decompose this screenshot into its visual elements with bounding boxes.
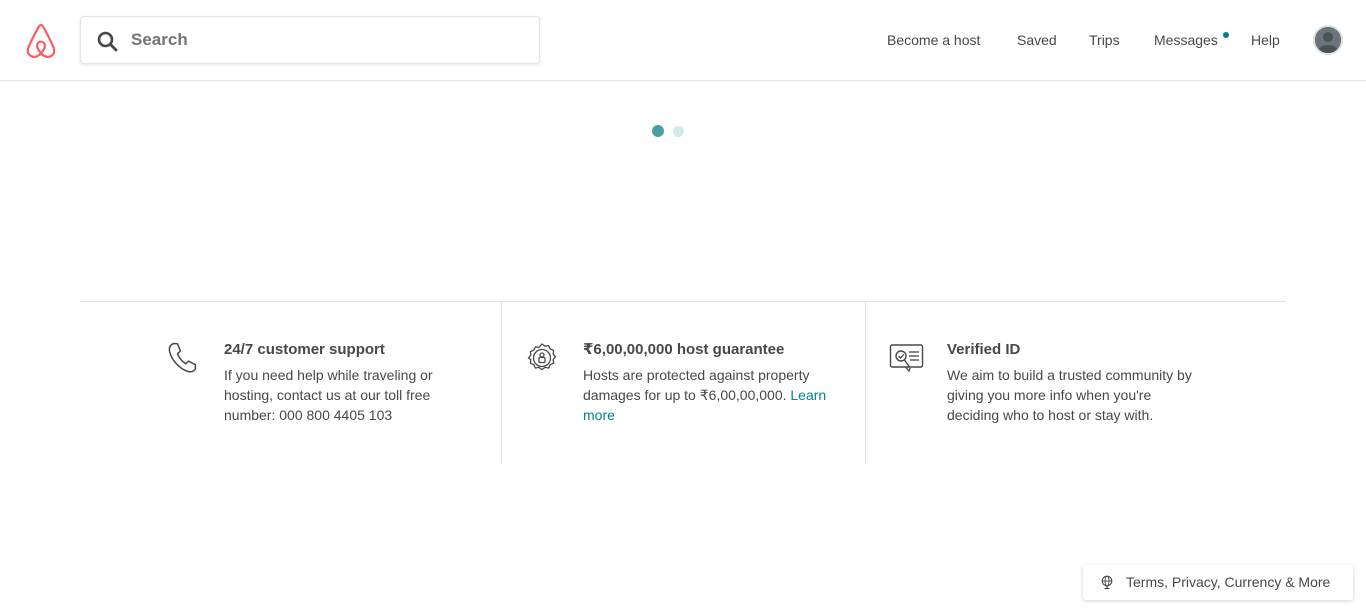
- nav-help-link[interactable]: Help: [1251, 31, 1280, 49]
- description-line: hosting, contact us at our toll free: [224, 387, 431, 403]
- nav-messages-link[interactable]: Messages: [1154, 31, 1218, 49]
- feature-description: Hosts are protected against property dam…: [583, 365, 843, 425]
- globe-icon: [1101, 575, 1113, 589]
- top-header: Become a host Saved Trips Messages Help: [0, 0, 1366, 81]
- id-card-icon: [889, 344, 924, 373]
- description-line: deciding who to host or stay with.: [947, 407, 1154, 423]
- nav-saved-link[interactable]: Saved: [1017, 31, 1057, 49]
- phone-icon: [168, 342, 197, 373]
- description-line: number: 000 800 4405 103: [224, 407, 393, 423]
- search-box[interactable]: [80, 16, 540, 64]
- loading-dot-active: [652, 125, 664, 137]
- description-line: Hosts are protected against property: [583, 367, 810, 383]
- nav-become-host-link[interactable]: Become a host: [887, 31, 980, 49]
- description-line: We aim to build a trusted community by: [947, 367, 1192, 383]
- airbnb-logo-icon[interactable]: [24, 23, 58, 59]
- feature-title: Verified ID: [947, 341, 1021, 358]
- terms-privacy-currency-button[interactable]: Terms, Privacy, Currency & More: [1083, 565, 1353, 600]
- column-divider: [501, 302, 502, 464]
- search-input[interactable]: [131, 26, 521, 54]
- user-avatar[interactable]: [1313, 25, 1343, 55]
- column-divider: [865, 302, 866, 464]
- section-divider: [80, 301, 1286, 302]
- description-line: If you need help while traveling or: [224, 367, 433, 383]
- feature-description: If you need help while traveling or host…: [224, 365, 464, 425]
- description-line: giving you more info when you're: [947, 387, 1152, 403]
- feature-title: ₹6,00,00,000 host guarantee: [583, 341, 785, 358]
- avatar-person-icon: [1315, 27, 1341, 53]
- footer-button-label: Terms, Privacy, Currency & More: [1126, 574, 1331, 590]
- nav-trips-link[interactable]: Trips: [1089, 31, 1120, 49]
- loading-dot: [673, 126, 684, 137]
- badge-icon: [527, 343, 557, 371]
- loading-indicator: [652, 125, 692, 139]
- messages-notification-dot: [1223, 32, 1229, 38]
- feature-description: We aim to build a trusted community by g…: [947, 365, 1227, 425]
- search-icon: [97, 31, 118, 52]
- feature-title: 24/7 customer support: [224, 341, 385, 358]
- description-line: damages for up to ₹6,00,00,000.: [583, 387, 787, 403]
